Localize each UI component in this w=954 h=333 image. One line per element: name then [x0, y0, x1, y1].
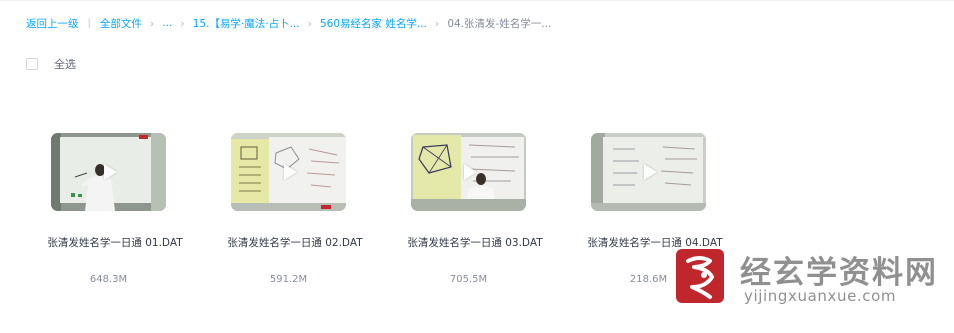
video-thumbnail[interactable]	[51, 133, 166, 211]
video-thumbnail[interactable]	[591, 133, 706, 211]
file-card[interactable]: 张清发姓名学一日通 03.DAT 705.5M	[385, 123, 565, 293]
file-name[interactable]: 张清发姓名学一日通 02.DAT	[205, 236, 385, 251]
watermark-logo-icon	[676, 249, 724, 303]
video-thumbnail[interactable]	[411, 133, 526, 211]
video-thumbnail[interactable]	[231, 133, 346, 211]
watermark-url: yijingxuanxue.com	[744, 287, 897, 305]
file-name[interactable]: 张清发姓名学一日通 01.DAT	[25, 236, 205, 251]
play-icon[interactable]	[643, 164, 657, 180]
watermark: 经玄学资料网 yijingxuanxue.com	[674, 245, 952, 307]
file-size: 648.3M	[89, 274, 128, 285]
file-size: 705.5M	[449, 274, 488, 285]
play-icon[interactable]	[103, 164, 117, 180]
file-name[interactable]: 张清发姓名学一日通 03.DAT	[385, 236, 565, 251]
file-size: 591.2M	[269, 274, 308, 285]
play-icon[interactable]	[283, 164, 297, 180]
file-card[interactable]: 张清发姓名学一日通 02.DAT 591.2M	[205, 123, 385, 293]
file-card[interactable]: 张清发姓名学一日通 01.DAT 648.3M	[25, 123, 205, 293]
watermark-title: 经玄学资料网	[740, 255, 938, 291]
play-icon[interactable]	[463, 164, 477, 180]
